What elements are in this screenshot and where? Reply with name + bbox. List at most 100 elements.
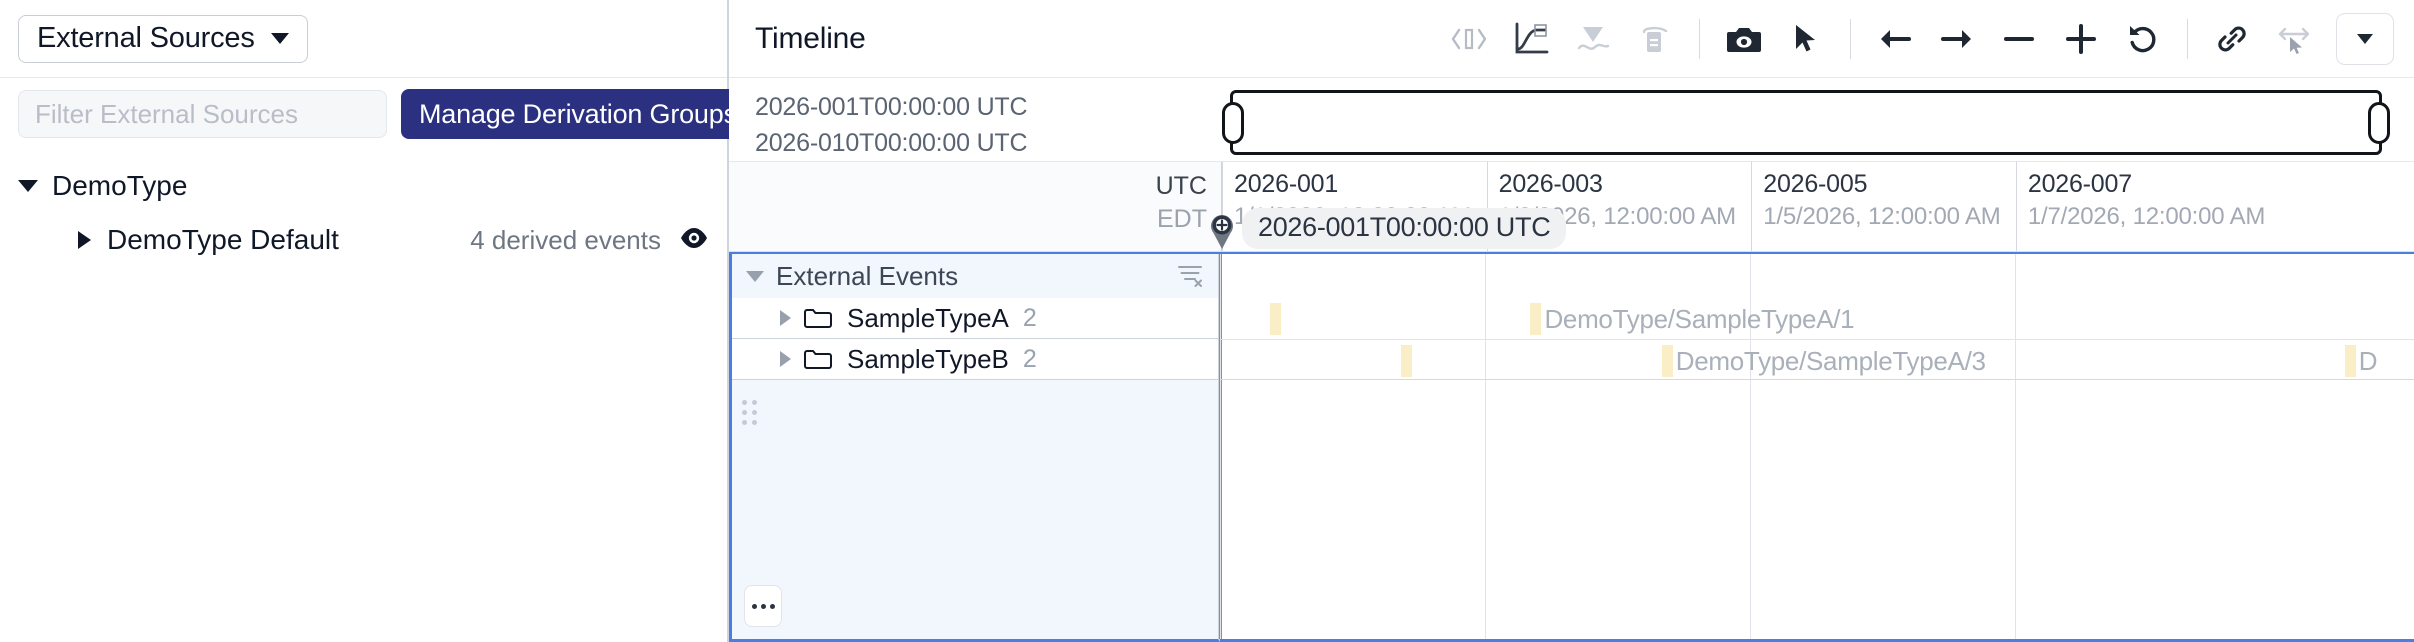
timeline-axis: UTC EDT 2026-0011/1/2026, 12:00:00 AM202… — [729, 162, 2414, 252]
triangle-down-icon — [746, 271, 764, 282]
timeline-event-marker[interactable] — [1401, 345, 1412, 377]
triangle-right-icon — [780, 351, 791, 367]
row-options-button[interactable] — [744, 585, 782, 627]
folder-icon — [803, 347, 833, 371]
zoom-out-icon[interactable] — [1993, 13, 2045, 65]
chevron-down-icon — [2357, 34, 2373, 44]
tree-node-demotype-default[interactable]: DemoType Default 4 derived events — [0, 210, 727, 270]
link-icon[interactable] — [2206, 13, 2258, 65]
timeline-row-count: 2 — [1023, 345, 1037, 374]
timeline-canvas[interactable]: DemoType/SampleTypeA/1 DemoType/SampleTyp… — [1220, 254, 2414, 642]
timeline-title: Timeline — [755, 22, 866, 56]
activity-filter-icon[interactable] — [1567, 13, 1619, 65]
timeline-more-menu-button[interactable] — [2336, 13, 2394, 65]
axis-tick-doy: 2026-007 — [2028, 168, 2265, 201]
timeline-event-marker[interactable] — [1662, 345, 1673, 377]
range-brush-track[interactable] — [1222, 78, 2414, 161]
timeline-row-count: 2 — [1023, 304, 1037, 333]
more-dot — [761, 604, 766, 609]
timeline-rows-gutter: External Events Sam — [729, 254, 1220, 642]
tree-node-demotype[interactable]: DemoType — [0, 162, 727, 210]
filter-external-sources-input[interactable] — [18, 90, 387, 138]
grip-dot — [742, 420, 747, 425]
timeline-toolbar — [1443, 13, 2394, 65]
filter-remove-icon[interactable] — [1176, 262, 1204, 295]
folder-icon — [803, 306, 833, 330]
timeline-header: Timeline — [729, 0, 2414, 78]
axis-tick-local: 1/1/2026, 12:00:00 AM — [1234, 201, 1471, 232]
axis-tick-doy: 2026-003 — [1499, 168, 1736, 201]
timeline-event-marker[interactable] — [1530, 303, 1541, 335]
snapshot-icon[interactable] — [1718, 13, 1770, 65]
timeline-panel: Timeline — [729, 0, 2414, 642]
timeline-range-row: 2026-001T00:00:00 UTC 2026-010T00:00:00 … — [729, 78, 2414, 162]
timeline-body: External Events Sam — [729, 252, 2414, 642]
cursor-select-icon[interactable] — [1780, 13, 1832, 65]
zoom-in-icon[interactable] — [2055, 13, 2107, 65]
axis-timezone-labels: UTC EDT — [1156, 170, 1207, 235]
reset-icon[interactable] — [2117, 13, 2169, 65]
timeline-event-label: DemoType/SampleTypeA/3 — [1676, 345, 1986, 377]
arrow-right-icon[interactable] — [1931, 13, 1983, 65]
range-brush-selection[interactable] — [1230, 90, 2382, 155]
derived-events-count: 4 derived events — [470, 225, 661, 256]
row-drag-handle[interactable] — [742, 400, 757, 425]
triangle-right-icon — [78, 231, 91, 249]
timeline-event-label: D — [2359, 345, 2377, 377]
arrow-left-icon[interactable] — [1869, 13, 1921, 65]
external-sources-select[interactable]: External Sources — [18, 15, 308, 63]
timeline-row-label: SampleTypeA — [847, 303, 1009, 334]
grip-dot — [752, 400, 757, 405]
axis-tick-local: 1/3/2026, 12:00:00 AM — [1499, 201, 1736, 232]
panel-topbar: External Sources — [0, 0, 727, 78]
axis-tick: 2026-0051/5/2026, 12:00:00 AM — [1751, 162, 2000, 251]
grip-dot — [742, 400, 747, 405]
horizontal-resize-icon[interactable] — [2268, 13, 2320, 65]
brush-handle-right[interactable] — [2368, 102, 2390, 144]
range-start-label: 2026-001T00:00:00 UTC — [755, 91, 1222, 123]
filter-bar: Manage Derivation Groups — [0, 78, 727, 150]
timeline-canvas-row[interactable]: DemoType/SampleTypeA/3 D — [1220, 339, 2414, 380]
axis-tick-container: 2026-0011/1/2026, 12:00:00 AM2026-0031/3… — [1222, 162, 2414, 251]
timeline-row-sampletypea[interactable]: SampleTypeA 2 — [732, 298, 1218, 339]
more-dot — [770, 604, 775, 609]
axis-tick: 2026-0031/3/2026, 12:00:00 AM — [1487, 162, 1736, 251]
toolbar-divider — [1850, 19, 1851, 59]
timeline-event-marker[interactable] — [1270, 303, 1281, 335]
collapse-expand-icon[interactable] — [1443, 13, 1495, 65]
timeline-row-sampletypeb[interactable]: SampleTypeB 2 — [732, 339, 1218, 380]
brush-handle-left[interactable] — [1222, 102, 1244, 144]
axis-tick-local: 1/5/2026, 12:00:00 AM — [1763, 201, 2000, 232]
grip-dot — [752, 420, 757, 425]
range-end-label: 2026-010T00:00:00 UTC — [755, 127, 1222, 159]
axis-tick: 2026-0071/7/2026, 12:00:00 AM — [2016, 162, 2265, 251]
triangle-down-icon — [18, 180, 38, 192]
tree-node-label: DemoType — [52, 170, 187, 202]
axis-tick: 2026-0011/1/2026, 12:00:00 AM — [1222, 162, 1471, 251]
timeline-event-label: DemoType/SampleTypeA/1 — [1544, 303, 1854, 335]
toolbar-divider — [2187, 19, 2188, 59]
eye-icon[interactable] — [679, 225, 709, 256]
row-group-external-events[interactable]: External Events — [732, 254, 1218, 298]
app-root: External Sources Manage Derivation Group… — [0, 0, 2414, 642]
more-dot — [752, 604, 757, 609]
line-chart-icon[interactable] — [1505, 13, 1557, 65]
grip-dot — [742, 410, 747, 415]
timeline-event-marker[interactable] — [2345, 345, 2356, 377]
tree-node-label: DemoType Default — [107, 224, 339, 256]
axis-tick-local: 1/7/2026, 12:00:00 AM — [2028, 201, 2265, 232]
external-sources-select-label: External Sources — [37, 22, 255, 55]
tree-node-meta: 4 derived events — [470, 225, 709, 256]
timeline-row-label: SampleTypeB — [847, 344, 1009, 375]
range-labels: 2026-001T00:00:00 UTC 2026-010T00:00:00 … — [729, 78, 1222, 161]
external-sources-tree: DemoType DemoType Default 4 derived even… — [0, 150, 727, 270]
manage-derivation-groups-button[interactable]: Manage Derivation Groups — [401, 89, 755, 139]
axis-tz-primary: UTC — [1156, 170, 1207, 203]
timeline-canvas-row[interactable]: DemoType/SampleTypeA/1 — [1220, 298, 2414, 339]
axis-gutter: UTC EDT — [729, 162, 1222, 251]
triangle-right-icon — [780, 310, 791, 326]
row-group-label: External Events — [776, 261, 958, 292]
grip-dot — [752, 410, 757, 415]
resource-icon[interactable] — [1629, 13, 1681, 65]
axis-tick-doy: 2026-005 — [1763, 168, 2000, 201]
